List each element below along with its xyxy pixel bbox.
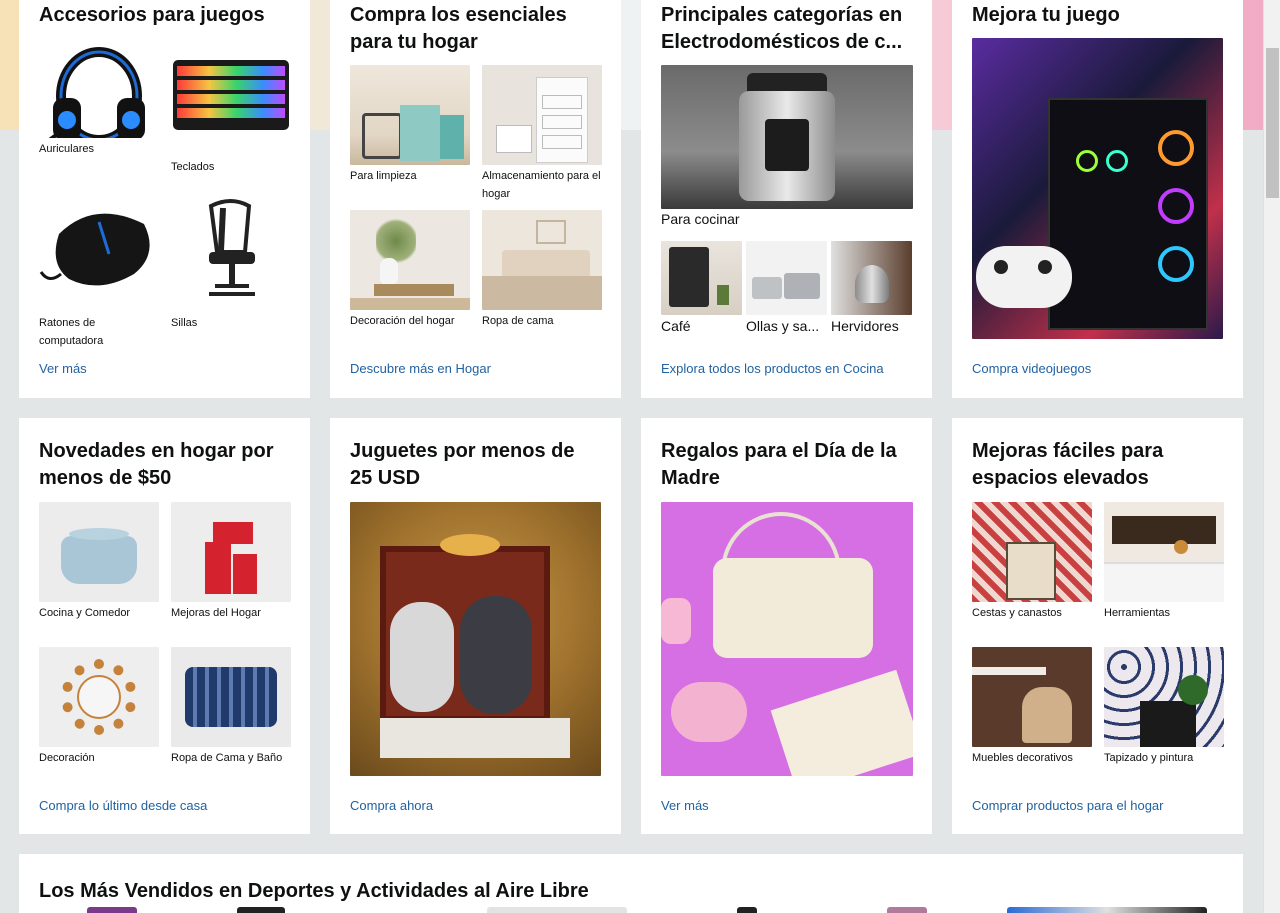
carousel-item[interactable] (487, 907, 627, 913)
tile-label: Tapizado y pintura (1104, 752, 1194, 764)
shop-now-link[interactable]: Compra ahora (350, 798, 433, 813)
tile-headsets[interactable]: Auriculares (39, 38, 159, 158)
tile-label: Para limpieza (350, 170, 417, 182)
card-new-home-under-50: Novedades en hogar por menos de $50 Coci… (19, 418, 310, 834)
tile-label: Hervidores (831, 318, 899, 334)
shop-home-products-link[interactable]: Comprar productos para el hogar (972, 798, 1164, 813)
shop-videogames-link[interactable]: Compra videojuegos (972, 361, 1091, 376)
bedding-image (482, 210, 602, 310)
card-title: Principales categorías en Electrodomésti… (661, 4, 903, 53)
decor-image (350, 210, 470, 310)
cleaning-image (350, 65, 470, 165)
scrollbar-thumb[interactable] (1266, 48, 1279, 198)
card-title: Mejoras fáciles para espacios elevados (972, 440, 1164, 489)
pots-image (746, 241, 827, 315)
tile-label: Sillas (171, 317, 198, 329)
chair-icon (171, 194, 291, 312)
tile-label: Ropa de Cama y Baño (171, 752, 283, 764)
tile-label: Ratones de computadora (39, 317, 104, 347)
card-title: Mejora tu juego (972, 4, 1120, 26)
gaming-pc-image[interactable] (972, 38, 1223, 339)
page-scrollbar[interactable] (1263, 0, 1280, 913)
bestsellers-carousel: Los Más Vendidos en Deportes y Actividad… (19, 854, 1243, 913)
cooking-label: Para cocinar (661, 211, 740, 227)
card-mothers-day: Regalos para el Día de la Madre Ver más (641, 418, 932, 834)
carousel-item[interactable] (737, 907, 757, 913)
pressure-cooker-image[interactable] (661, 65, 913, 209)
tile-label: Teclados (171, 161, 215, 173)
card-toys-under-25: Juguetes por menos de 25 USD Compra ahor… (330, 418, 621, 834)
tile-storage[interactable]: Almacenamiento para el hogar (482, 65, 602, 203)
coffee-maker-image (661, 241, 742, 315)
see-more-link[interactable]: Ver más (39, 361, 87, 376)
dutch-oven-image (39, 502, 159, 602)
pillow-image (171, 647, 291, 747)
tile-label: Decoración del hogar (350, 315, 455, 327)
basket-image (972, 502, 1092, 602)
tile-label: Cocina y Comedor (39, 607, 131, 619)
mouse-icon (39, 194, 159, 312)
desk-chair-image (972, 647, 1092, 747)
card-title: Accesorios para juegos (39, 4, 265, 26)
carousel-item[interactable] (87, 907, 137, 913)
carousel-item[interactable] (887, 907, 927, 913)
card-title: Juguetes por menos de 25 USD (350, 440, 575, 489)
tile-mice[interactable]: Ratones de computadora (39, 194, 159, 350)
wallpaper-image (1104, 647, 1224, 747)
small-tile-pots[interactable]: Ollas y sa... (746, 241, 827, 334)
plush-toys-image[interactable] (350, 502, 601, 776)
storage-image (482, 65, 602, 165)
shelf-image (1104, 502, 1224, 602)
tile-baskets[interactable]: Cestas y canastos (972, 502, 1092, 622)
carousel-item[interactable] (237, 907, 285, 913)
headset-icon (39, 38, 159, 138)
tile-label: Muebles decorativos (972, 752, 1073, 764)
tile-chairs[interactable]: Sillas (171, 194, 291, 332)
tile-cleaning[interactable]: Para limpieza (350, 65, 470, 185)
tile-label: Decoración (39, 752, 95, 764)
tile-upholstery-paint[interactable]: Tapizado y pintura (1104, 647, 1224, 767)
tile-bedding[interactable]: Ropa de cama (482, 210, 602, 330)
tile-decorative-furniture[interactable]: Muebles decorativos (972, 647, 1092, 767)
paint-cans-image (171, 502, 291, 602)
carousel-title: Los Más Vendidos en Deportes y Actividad… (39, 880, 589, 902)
tile-home-improvement[interactable]: Mejoras del Hogar (171, 502, 291, 622)
discover-home-link[interactable]: Descubre más en Hogar (350, 361, 491, 376)
card-level-up-gaming: Mejora tu juego Compra videojuegos (952, 0, 1243, 398)
tile-label: Auriculares (39, 143, 95, 155)
see-more-link-mothers[interactable]: Ver más (661, 798, 709, 813)
explore-kitchen-link[interactable]: Explora todos los productos en Cocina (661, 361, 884, 376)
tile-label: Herramientas (1104, 607, 1171, 619)
card-gaming-accessories: Accesorios para juegos Auriculares Tecla… (19, 0, 310, 398)
carousel-item[interactable] (1007, 907, 1207, 913)
tile-label: Ropa de cama (482, 315, 554, 327)
mirror-image (39, 647, 159, 747)
card-title: Compra los esenciales para tu hogar (350, 4, 567, 53)
tile-tools[interactable]: Herramientas (1104, 502, 1224, 622)
tile-bed-bath[interactable]: Ropa de Cama y Baño (171, 647, 291, 767)
tile-decoration[interactable]: Decoración (39, 647, 159, 767)
keyboard-icon (171, 38, 291, 156)
tile-label: Café (661, 318, 691, 334)
tile-label: Almacenamiento para el hogar (482, 170, 601, 200)
shop-latest-link[interactable]: Compra lo último desde casa (39, 798, 207, 813)
tile-label: Cestas y canastos (972, 607, 1062, 619)
card-kitchen-appliances: Principales categorías en Electrodomésti… (641, 0, 932, 398)
tile-keyboards[interactable]: Teclados (171, 38, 291, 176)
tile-label: Mejoras del Hogar (171, 607, 261, 619)
tile-home-decor[interactable]: Decoración del hogar (350, 210, 470, 330)
card-title: Regalos para el Día de la Madre (661, 440, 897, 489)
card-home-essentials: Compra los esenciales para tu hogar Para… (330, 0, 621, 398)
kettle-image (831, 241, 912, 315)
handbag-image[interactable] (661, 502, 913, 776)
tile-label: Ollas y sa... (746, 318, 820, 334)
small-tile-kettles[interactable]: Hervidores (831, 241, 912, 334)
card-title: Novedades en hogar por menos de $50 (39, 440, 274, 489)
card-easy-upgrades: Mejoras fáciles para espacios elevados C… (952, 418, 1243, 834)
small-tile-coffee[interactable]: Café (661, 241, 742, 334)
tile-kitchen-dining[interactable]: Cocina y Comedor (39, 502, 159, 622)
